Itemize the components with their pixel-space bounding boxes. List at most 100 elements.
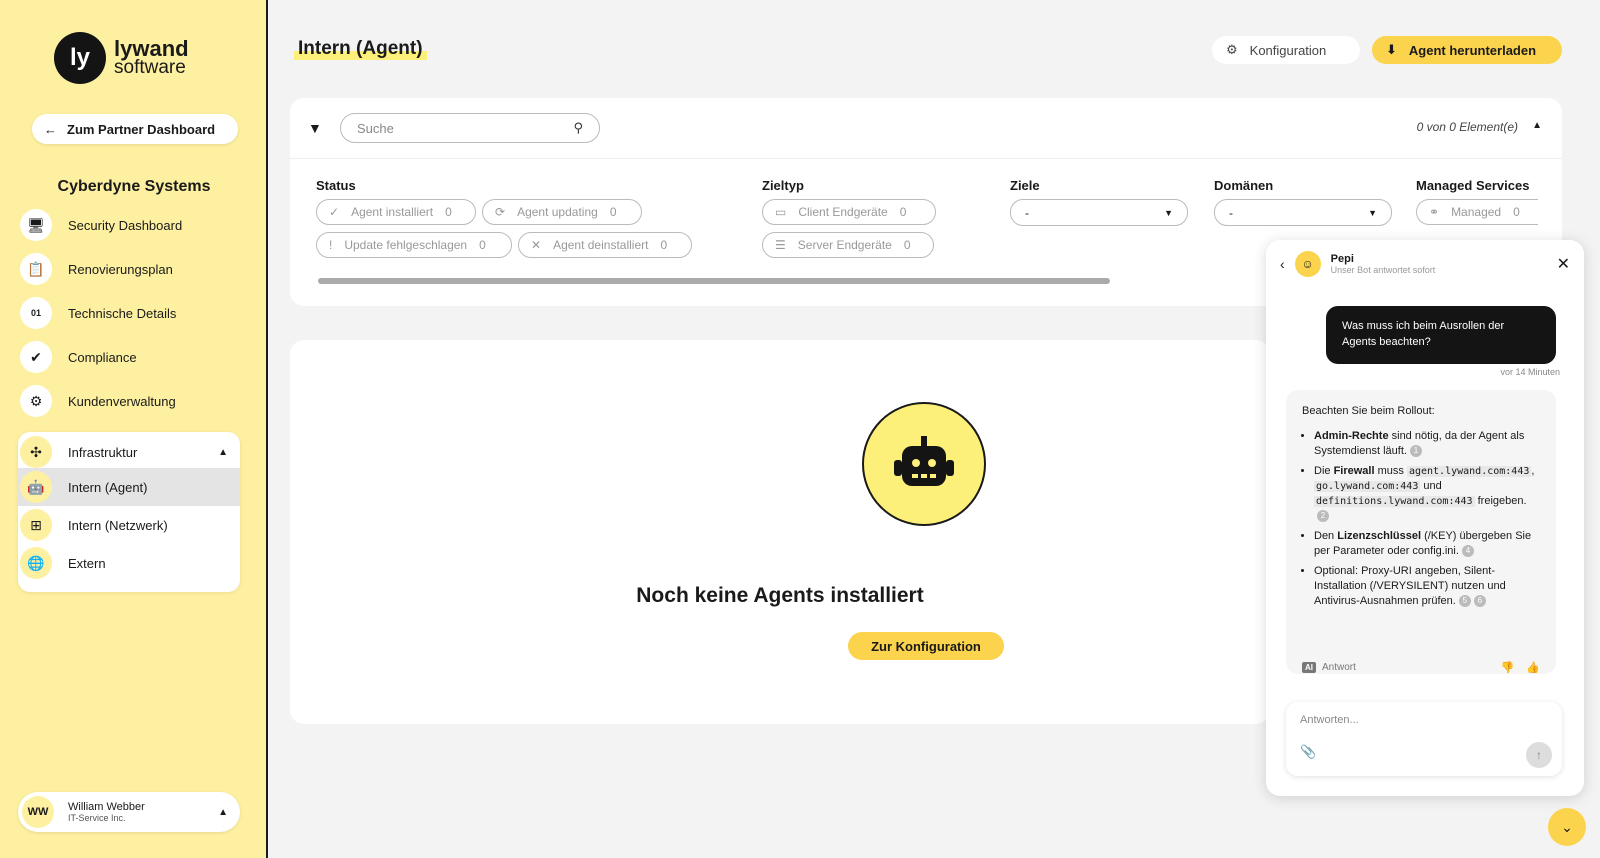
filter-icon[interactable]: ▼ [308, 120, 322, 136]
check-badge-icon: ✔ [20, 341, 52, 373]
sidebar-item-label: Renovierungsplan [68, 261, 173, 277]
refresh-icon: ⟳ [495, 205, 506, 219]
sidebar-item-renovierungsplan[interactable]: 📋 Renovierungsplan [18, 249, 240, 289]
sidebar-item-extern[interactable]: 🌐 Extern [18, 544, 240, 582]
chevron-up-icon[interactable]: ▲ [1532, 120, 1542, 131]
konfiguration-button[interactable]: ⚙ Konfiguration [1212, 36, 1360, 64]
chat-header: ‹ ☺ Pepi Unser Bot antwortet sofort ✕ [1266, 240, 1584, 288]
chip-label: Update fehlgeschlagen [344, 238, 468, 252]
download-icon: ⬇ [1386, 42, 1397, 57]
send-icon[interactable]: ↑ [1526, 742, 1552, 768]
chevron-left-icon[interactable]: ‹ [1280, 256, 1285, 272]
page-title: Intern (Agent) [294, 38, 427, 60]
caret-down-icon: ▼ [1368, 207, 1377, 218]
logo-name: lywand [114, 36, 189, 61]
sidebar-item-intern-agent[interactable]: 🤖 Intern (Agent) [18, 468, 240, 506]
citation[interactable]: 5 [1458, 595, 1471, 608]
chat-widget: ‹ ☺ Pepi Unser Bot antwortet sofort ✕ Wa… [1266, 240, 1584, 796]
close-icon[interactable]: ✕ [1557, 254, 1570, 274]
zieltyp-heading: Zieltyp [762, 178, 804, 193]
managed-services-heading: Managed Services [1416, 178, 1530, 193]
monitor-icon: 🖥 [20, 209, 52, 241]
partner-dashboard-button[interactable]: ← Zum Partner Dashboard [32, 114, 238, 144]
partner-dashboard-label: Zum Partner Dashboard [67, 121, 216, 137]
sitemap-icon: ⊞ [20, 509, 52, 541]
status-chip-updating[interactable]: ⟳ Agent updating 0 [482, 199, 642, 225]
citation[interactable]: 2 [1317, 510, 1329, 523]
list-item: Optional: Proxy-URI angeben, Silent-Inst… [1314, 564, 1540, 609]
chip-label: Managed [1451, 205, 1502, 219]
ziele-value: - [1025, 205, 1029, 220]
code-snippet: agent.lywand.com:443 [1406, 466, 1532, 477]
sidebar-item-label: Intern (Netzwerk) [68, 517, 168, 533]
list-item: Die Firewall muss agent.lywand.com:443, … [1314, 464, 1540, 524]
laptop-icon: ▭ [775, 205, 787, 219]
lywand-logo[interactable]: ly lywand software [54, 32, 189, 84]
chip-label: Server Endgeräte [797, 238, 892, 252]
thumbs-down-icon[interactable]: 👎 [1501, 661, 1515, 674]
status-chip-deinstalliert[interactable]: ✕ Agent deinstalliert 0 [518, 232, 692, 258]
user-name: William Webber [68, 800, 145, 813]
search-input[interactable]: Suche ⚲ [340, 113, 600, 143]
chat-input[interactable]: Antworten... 📎 ↑ [1286, 702, 1562, 776]
bot-avatar: ☺ [1294, 251, 1321, 277]
paperclip-icon[interactable]: 📎 [1300, 744, 1316, 760]
user-menu[interactable]: WW William Webber IT-Service Inc. ▲ [18, 792, 240, 832]
network-icon: ✣ [20, 436, 52, 468]
zur-konfiguration-button[interactable]: Zur Konfiguration [848, 632, 1004, 660]
chip-count: 0 [903, 238, 911, 252]
logo-mark: ly [54, 32, 106, 84]
element-count: 0 von 0 Element(e) [1416, 120, 1518, 134]
code-snippet: go.lywand.com:443 [1314, 481, 1421, 492]
zieltyp-chip-server[interactable]: ☰ Server Endgeräte 0 [762, 232, 934, 258]
domaenen-select[interactable]: - ▼ [1214, 199, 1392, 226]
chip-label: Agent deinstalliert [553, 238, 649, 252]
chat-input-placeholder: Antworten... [1300, 714, 1359, 726]
chevron-down-icon[interactable]: ⌄ [1548, 808, 1586, 846]
binary-icon: 01 [20, 297, 52, 329]
chip-label: Client Endgeräte [798, 205, 888, 219]
domaenen-value: - [1229, 205, 1233, 220]
citation[interactable]: 6 [1473, 595, 1486, 608]
chip-label: Agent updating [517, 205, 598, 219]
status-chip-installiert[interactable]: ✓ Agent installiert 0 [316, 199, 476, 225]
ziele-select[interactable]: - ▼ [1010, 199, 1188, 226]
sidebar-item-intern-netzwerk[interactable]: ⊞ Intern (Netzwerk) [18, 506, 240, 544]
zieltyp-chip-client[interactable]: ▭ Client Endgeräte 0 [762, 199, 936, 225]
bot-name: Pepi [1330, 253, 1354, 265]
clipboard-icon: 📋 [20, 253, 52, 285]
agent-download-button[interactable]: ⬇ Agent herunterladen [1372, 36, 1562, 64]
sidebar: ly lywand software ← Zum Partner Dashboa… [0, 0, 268, 858]
exclamation-icon: ! [329, 238, 333, 252]
ai-badge: AI [1302, 661, 1316, 673]
status-chip-update-fehlgeschlagen[interactable]: ! Update fehlgeschlagen 0 [316, 232, 512, 258]
citation[interactable]: 1 [1409, 445, 1422, 458]
thumbs-up-icon[interactable]: 👍 [1526, 661, 1540, 674]
sidebar-item-kundenverwaltung[interactable]: ⚙ Kundenverwaltung [18, 381, 240, 421]
sidebar-item-infrastruktur[interactable]: ✣ Infrastruktur ▲ [18, 432, 240, 472]
user-org: IT-Service Inc. [68, 812, 126, 823]
bot-message: Beachten Sie beim Rollout: Admin-Rechte … [1286, 390, 1556, 674]
chip-label: Agent installiert [351, 205, 434, 219]
sidebar-item-security-dashboard[interactable]: 🖥 Security Dashboard [18, 205, 240, 245]
sidebar-item-label: Extern [68, 555, 106, 571]
check-icon: ✓ [329, 205, 340, 219]
company-name: Cyberdyne Systems [57, 178, 211, 195]
sidebar-item-technische-details[interactable]: 01 Technische Details [18, 293, 240, 333]
bot-message-footer: AI Antwort 👎 👍 [1286, 654, 1556, 680]
code-snippet: definitions.lywand.com:443 [1314, 496, 1475, 507]
sidebar-item-label: Intern (Agent) [68, 479, 148, 495]
caret-down-icon: ▼ [1164, 207, 1173, 218]
answer-label: Antwort [1322, 661, 1356, 673]
avatar: WW [22, 796, 54, 828]
empty-state-title: Noch keine Agents installiert [636, 584, 924, 607]
sidebar-item-label: Kundenverwaltung [68, 393, 176, 409]
horizontal-scrollbar[interactable] [318, 278, 1110, 284]
server-icon: ☰ [775, 238, 786, 252]
managed-chip[interactable]: ⚭ Managed 0 [1416, 199, 1538, 225]
user-message: Was muss ich beim Ausrollen der Agents b… [1326, 306, 1556, 364]
sidebar-item-compliance[interactable]: ✔ Compliance [18, 337, 240, 377]
list-item: Admin-Rechte sind nötig, da der Agent al… [1314, 429, 1540, 459]
citation[interactable]: 4 [1461, 545, 1474, 558]
agent-download-label: Agent herunterladen [1408, 42, 1537, 58]
